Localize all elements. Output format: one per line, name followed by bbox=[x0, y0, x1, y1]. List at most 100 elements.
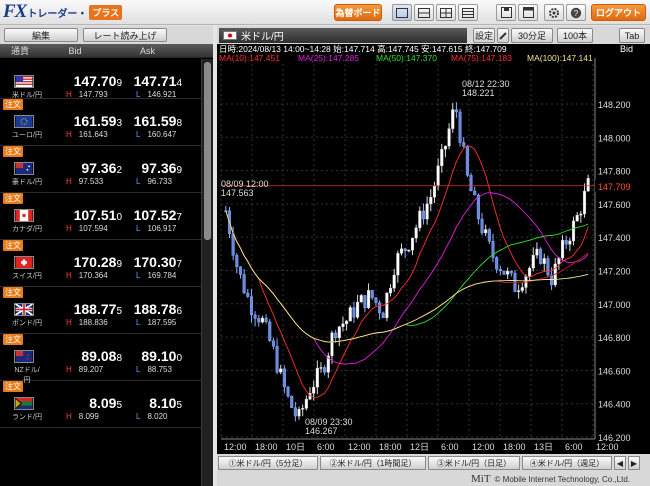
logo-plus: プラス bbox=[89, 4, 123, 20]
layout-grid-icon[interactable] bbox=[436, 4, 456, 21]
low-mark: L bbox=[136, 271, 141, 280]
pair-name: カナダ/円 bbox=[12, 226, 42, 233]
bid-price[interactable]: 188.775 bbox=[60, 301, 122, 317]
bid-price[interactable]: 107.510 bbox=[60, 207, 122, 223]
layout-3rows-icon[interactable] bbox=[458, 4, 478, 21]
rate-row[interactable]: 注文 豪ドル/円 97.362 97.369 H 97.533 L 96.733 bbox=[0, 146, 201, 193]
rate-row[interactable]: 米ドル/円 147.709 147.714 H 147.793 L 146.921 bbox=[0, 59, 201, 99]
edit-button[interactable]: 編集 bbox=[4, 28, 78, 42]
candle-body bbox=[356, 301, 360, 318]
jp-flag-icon bbox=[223, 31, 237, 40]
candle-body bbox=[421, 210, 425, 220]
chart-title-bar: 米ドル/円 bbox=[219, 28, 467, 43]
layout-2rows-icon[interactable] bbox=[414, 4, 434, 21]
candle-body bbox=[367, 290, 371, 309]
x-tick-label: 18:00 bbox=[503, 442, 526, 452]
rate-row[interactable]: 注文 ランド/円 8.095 8.105 H 8.099 L 8.020 bbox=[0, 381, 201, 428]
ma-line bbox=[225, 192, 589, 365]
scroll-thumb[interactable] bbox=[204, 62, 211, 240]
candle-body bbox=[531, 255, 535, 269]
low-text: 96.733 bbox=[147, 177, 172, 186]
ask-price[interactable]: 170.307 bbox=[122, 254, 182, 270]
ma-legend: MA(50):147.370 bbox=[376, 53, 437, 63]
bid-price[interactable]: 170.289 bbox=[60, 254, 122, 270]
pencil-icon[interactable] bbox=[497, 28, 509, 43]
candle-body bbox=[312, 386, 316, 394]
candle-body bbox=[432, 185, 436, 198]
save-icon[interactable] bbox=[496, 4, 516, 21]
ask-last-digit: 5 bbox=[176, 400, 182, 411]
high-text: 161.643 bbox=[78, 130, 108, 139]
order-button[interactable]: 注文 bbox=[3, 381, 23, 392]
chart-tab[interactable]: ①米ドル/円（5分足） bbox=[218, 456, 318, 470]
x-tick-label: 12:00 bbox=[348, 442, 371, 452]
order-button[interactable]: 注文 bbox=[3, 146, 23, 157]
rate-list-scrollbar[interactable] bbox=[201, 59, 213, 486]
bid-price[interactable]: 89.088 bbox=[60, 348, 122, 364]
candle-body bbox=[582, 190, 587, 215]
x-tick-label: 6:00 bbox=[441, 442, 459, 452]
settings-icon[interactable] bbox=[544, 4, 564, 21]
order-button[interactable]: 注文 bbox=[3, 287, 23, 298]
candle-body bbox=[403, 248, 407, 252]
chart-tab[interactable]: ②米ドル/円（1時間足） bbox=[320, 456, 426, 470]
ask-price[interactable]: 97.369 bbox=[122, 160, 182, 176]
window-icon[interactable] bbox=[518, 4, 538, 21]
help-icon[interactable]: ? bbox=[566, 4, 586, 21]
ask-price[interactable]: 8.105 bbox=[122, 395, 182, 411]
layout-single-icon[interactable] bbox=[392, 4, 412, 21]
candle-body bbox=[487, 229, 491, 242]
bid-main: 97.36 bbox=[81, 160, 117, 176]
candle-body bbox=[440, 149, 444, 167]
high-mark: H bbox=[66, 412, 72, 421]
order-button[interactable]: 注文 bbox=[3, 334, 23, 345]
rate-row[interactable]: 注文 カナダ/円 107.510 107.527 H 107.594 L 106.917 bbox=[0, 193, 201, 240]
col-ask: Ask bbox=[139, 45, 155, 56]
ask-price[interactable]: 89.100 bbox=[122, 348, 182, 364]
y-tick-label: 147.000 bbox=[598, 300, 631, 310]
order-button[interactable]: 注文 bbox=[3, 193, 23, 204]
order-button[interactable]: 注文 bbox=[3, 99, 23, 110]
chart-settings-button[interactable]: 設定 bbox=[473, 28, 495, 43]
bid-price[interactable]: 147.709 bbox=[60, 73, 122, 89]
ask-price[interactable]: 147.714 bbox=[122, 73, 182, 89]
bid-price[interactable]: 97.362 bbox=[60, 160, 122, 176]
low-value: L 106.917 bbox=[136, 224, 176, 233]
candle-body bbox=[264, 317, 268, 323]
order-button[interactable]: 注文 bbox=[3, 240, 23, 251]
logout-button[interactable]: ログアウト bbox=[591, 4, 646, 21]
high-text: 147.793 bbox=[78, 90, 108, 99]
tab-button[interactable]: Tab bbox=[619, 28, 645, 43]
rate-row[interactable]: 注文 NZドル/円 89.088 89.100 H 89.207 L 88.753 bbox=[0, 334, 201, 384]
chart-svg[interactable]: 148.200 148.000 147.800 147.600 147.400 147.2… bbox=[217, 44, 650, 454]
chart-tab[interactable]: ④米ドル/円（週足） bbox=[522, 456, 612, 470]
ask-price[interactable]: 188.786 bbox=[122, 301, 182, 317]
scroll-left-icon[interactable]: ◀ bbox=[614, 456, 626, 470]
rate-read-button[interactable]: レート読み上げ bbox=[83, 28, 167, 42]
rate-row[interactable]: 注文 ユーロ/円 161.593 161.598 H 161.643 L 160.647 bbox=[0, 99, 201, 146]
high-mark: H bbox=[66, 90, 72, 99]
ask-price[interactable]: 161.598 bbox=[122, 113, 182, 129]
bid-main: 8.09 bbox=[89, 395, 117, 411]
bid-price[interactable]: 161.593 bbox=[60, 113, 122, 129]
scroll-right-icon[interactable]: ▶ bbox=[628, 456, 640, 470]
ask-price[interactable]: 107.527 bbox=[122, 207, 182, 223]
bar-count-button[interactable]: 100本 bbox=[557, 28, 593, 43]
ma-legend: MA(100):147.141 bbox=[527, 53, 593, 63]
rate-row[interactable]: 注文 スイス/円 170.289 170.307 H 170.364 L 169.784 bbox=[0, 240, 201, 287]
bid-price[interactable]: 8.095 bbox=[60, 395, 122, 411]
high-text: 97.533 bbox=[78, 177, 104, 186]
candle-body bbox=[378, 302, 382, 314]
period-button[interactable]: 30分足 bbox=[511, 28, 553, 43]
candlestick-chart[interactable]: 148.200 148.000 147.800 147.600 147.400 147.2… bbox=[217, 44, 650, 454]
candle-body bbox=[374, 297, 378, 303]
candle-body bbox=[561, 240, 565, 259]
candle-body bbox=[253, 314, 257, 319]
candle-body bbox=[231, 233, 235, 256]
rate-row[interactable]: 注文 ポンド/円 188.775 188.786 H 188.836 L 187.595 bbox=[0, 287, 201, 334]
annotation-price: 147.563 bbox=[221, 188, 254, 198]
candle-body bbox=[352, 307, 356, 318]
rate-board-button[interactable]: 為替ボード bbox=[334, 4, 382, 21]
chart-tab[interactable]: ③米ドル/円（日足） bbox=[428, 456, 520, 470]
candle-body bbox=[469, 175, 473, 192]
